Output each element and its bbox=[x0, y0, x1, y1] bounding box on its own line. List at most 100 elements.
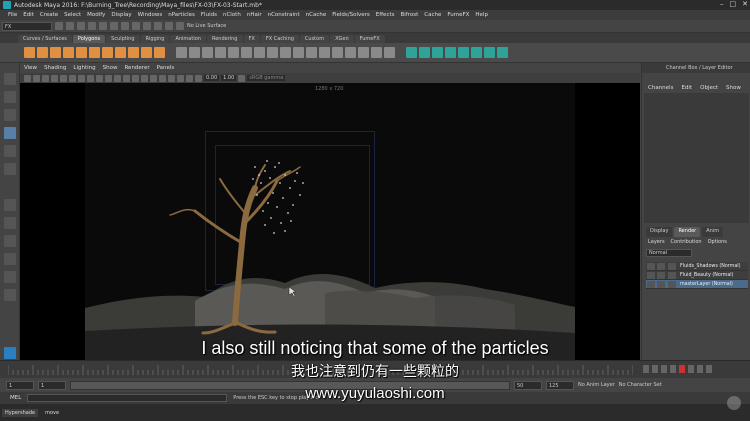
layer-row[interactable]: masterLayer (Normal) bbox=[646, 280, 748, 289]
maximize-button[interactable]: □ bbox=[730, 0, 737, 8]
poly-helix-icon[interactable] bbox=[176, 47, 187, 58]
panel-menu-panels[interactable]: Panels bbox=[157, 65, 175, 71]
shelf-tab-animation[interactable]: Animation bbox=[170, 35, 206, 43]
shelf-tab-fx-caching[interactable]: FX Caching bbox=[260, 35, 299, 43]
tab-display[interactable]: Display bbox=[646, 227, 673, 237]
planar-mapping-icon[interactable] bbox=[484, 47, 495, 58]
recycle-toggle-icon[interactable] bbox=[657, 263, 665, 270]
menu-fields-solvers[interactable]: Fields/Solvers bbox=[332, 12, 370, 18]
shelf-tab-polygons[interactable]: Polygons bbox=[72, 35, 106, 43]
panel-menu-view[interactable]: View bbox=[24, 65, 37, 71]
menu-create[interactable]: Create bbox=[40, 12, 58, 18]
panel-menu-shading[interactable]: Shading bbox=[44, 65, 66, 71]
motion-blur-icon[interactable] bbox=[168, 74, 175, 82]
menu-fluids[interactable]: Fluids bbox=[201, 12, 217, 18]
recycle-toggle-icon[interactable] bbox=[657, 272, 665, 279]
select-hierarchy-icon[interactable] bbox=[110, 22, 118, 30]
render-toggle-icon[interactable] bbox=[647, 263, 655, 270]
render-toggle-icon[interactable] bbox=[647, 272, 655, 279]
move-tool-icon[interactable] bbox=[4, 127, 16, 139]
smooth-shade-icon[interactable] bbox=[123, 74, 130, 82]
menu-display[interactable]: Display bbox=[111, 12, 131, 18]
gamma-field[interactable]: 1.00 bbox=[221, 75, 237, 81]
menu-select[interactable]: Select bbox=[64, 12, 81, 18]
exposure-field[interactable]: 0.00 bbox=[204, 75, 220, 81]
hypershade-layout-icon[interactable] bbox=[4, 271, 16, 283]
poly-pipe-icon[interactable] bbox=[154, 47, 165, 58]
shelf-tab-custom[interactable]: Custom bbox=[299, 35, 330, 43]
menu-edit[interactable]: Edit bbox=[23, 12, 34, 18]
shelf-tab-xgen[interactable]: XGen bbox=[330, 35, 354, 43]
snap-surface-icon[interactable] bbox=[176, 22, 184, 30]
select-tool-icon[interactable] bbox=[4, 73, 16, 85]
select-component-icon[interactable] bbox=[132, 22, 140, 30]
menu-nparticles[interactable]: nParticles bbox=[168, 12, 195, 18]
save-scene-icon[interactable] bbox=[77, 22, 85, 30]
poly-prism-icon[interactable] bbox=[141, 47, 152, 58]
menu-windows[interactable]: Windows bbox=[138, 12, 163, 18]
poly-type-icon[interactable] bbox=[228, 47, 239, 58]
menu-modify[interactable]: Modify bbox=[87, 12, 105, 18]
shelf-tab-curves-surfaces[interactable]: Curves / Surfaces bbox=[18, 35, 72, 43]
shelf-tab-rigging[interactable]: Rigging bbox=[140, 35, 170, 43]
layer-row[interactable]: Fluid_Beauty (Normal) bbox=[646, 271, 748, 280]
shelf-tab-fx[interactable]: FX bbox=[243, 35, 260, 43]
taskbar-item-move[interactable]: move bbox=[42, 409, 62, 417]
menu-file[interactable]: File bbox=[8, 12, 17, 18]
scale-tool-icon[interactable] bbox=[4, 163, 16, 175]
new-scene-icon[interactable] bbox=[55, 22, 63, 30]
channel-box-menu-edit[interactable]: Edit bbox=[681, 85, 692, 91]
select-camera-icon[interactable] bbox=[24, 74, 31, 82]
bevel-icon[interactable] bbox=[332, 47, 343, 58]
image-plane-icon[interactable] bbox=[51, 74, 58, 82]
camera-attributes-icon[interactable] bbox=[33, 74, 40, 82]
viewport-panel[interactable]: 1280 x 720 bbox=[20, 83, 640, 360]
combine-icon[interactable] bbox=[254, 47, 265, 58]
field-chart-icon[interactable] bbox=[96, 74, 103, 82]
multi-cut-icon[interactable] bbox=[406, 47, 417, 58]
bridge-icon[interactable] bbox=[345, 47, 356, 58]
layer-row[interactable]: Fluids_Shadows (Normal) bbox=[646, 262, 748, 271]
poly-cone-icon[interactable] bbox=[63, 47, 74, 58]
menu-nconstraint[interactable]: nConstraint bbox=[268, 12, 300, 18]
layer-menu-contribution[interactable]: Contribution bbox=[671, 239, 702, 245]
layer-menu-layers[interactable]: Layers bbox=[648, 239, 665, 245]
layer-menu-options[interactable]: Options bbox=[708, 239, 727, 245]
append-icon[interactable] bbox=[371, 47, 382, 58]
snap-grid-icon[interactable] bbox=[143, 22, 151, 30]
color-space-field[interactable]: sRGB gamma bbox=[247, 75, 286, 81]
poly-cube-icon[interactable] bbox=[37, 47, 48, 58]
boolean-icon[interactable] bbox=[293, 47, 304, 58]
poly-super-shape-icon[interactable] bbox=[215, 47, 226, 58]
layer-blend-mode-select[interactable]: Normal bbox=[646, 249, 692, 257]
poly-soccer-icon[interactable] bbox=[202, 47, 213, 58]
poly-gear-icon[interactable] bbox=[189, 47, 200, 58]
poly-disc-icon[interactable] bbox=[102, 47, 113, 58]
menu-bifrost[interactable]: Bifrost bbox=[401, 12, 419, 18]
menu-help[interactable]: Help bbox=[475, 12, 488, 18]
snap-point-icon[interactable] bbox=[165, 22, 173, 30]
persp-graph-layout-icon[interactable] bbox=[4, 253, 16, 265]
film-gate-icon[interactable] bbox=[69, 74, 76, 82]
poly-torus-icon[interactable] bbox=[76, 47, 87, 58]
paint-select-tool-icon[interactable] bbox=[4, 109, 16, 121]
anti-aliasing-icon[interactable] bbox=[177, 74, 184, 82]
redo-icon[interactable] bbox=[99, 22, 107, 30]
close-button[interactable]: ✕ bbox=[742, 0, 748, 8]
channel-box-menu-object[interactable]: Object bbox=[700, 85, 718, 91]
extrude-icon[interactable] bbox=[319, 47, 330, 58]
gate-mask-icon[interactable] bbox=[87, 74, 94, 82]
mirror-icon[interactable] bbox=[306, 47, 317, 58]
menu-ncloth[interactable]: nCloth bbox=[223, 12, 241, 18]
channel-box-body[interactable] bbox=[644, 93, 749, 223]
minimize-button[interactable]: – bbox=[720, 0, 724, 8]
panel-menu-renderer[interactable]: Renderer bbox=[124, 65, 149, 71]
panel-menu-lighting[interactable]: Lighting bbox=[73, 65, 95, 71]
isolate-select-icon[interactable] bbox=[186, 74, 193, 82]
ambient-occlusion-icon[interactable] bbox=[159, 74, 166, 82]
outliner-layout-icon[interactable] bbox=[4, 289, 16, 301]
four-view-layout-icon[interactable] bbox=[4, 217, 16, 229]
poly-pyramid-icon[interactable] bbox=[128, 47, 139, 58]
wireframe-icon[interactable] bbox=[114, 74, 121, 82]
xray-icon[interactable] bbox=[195, 74, 202, 82]
